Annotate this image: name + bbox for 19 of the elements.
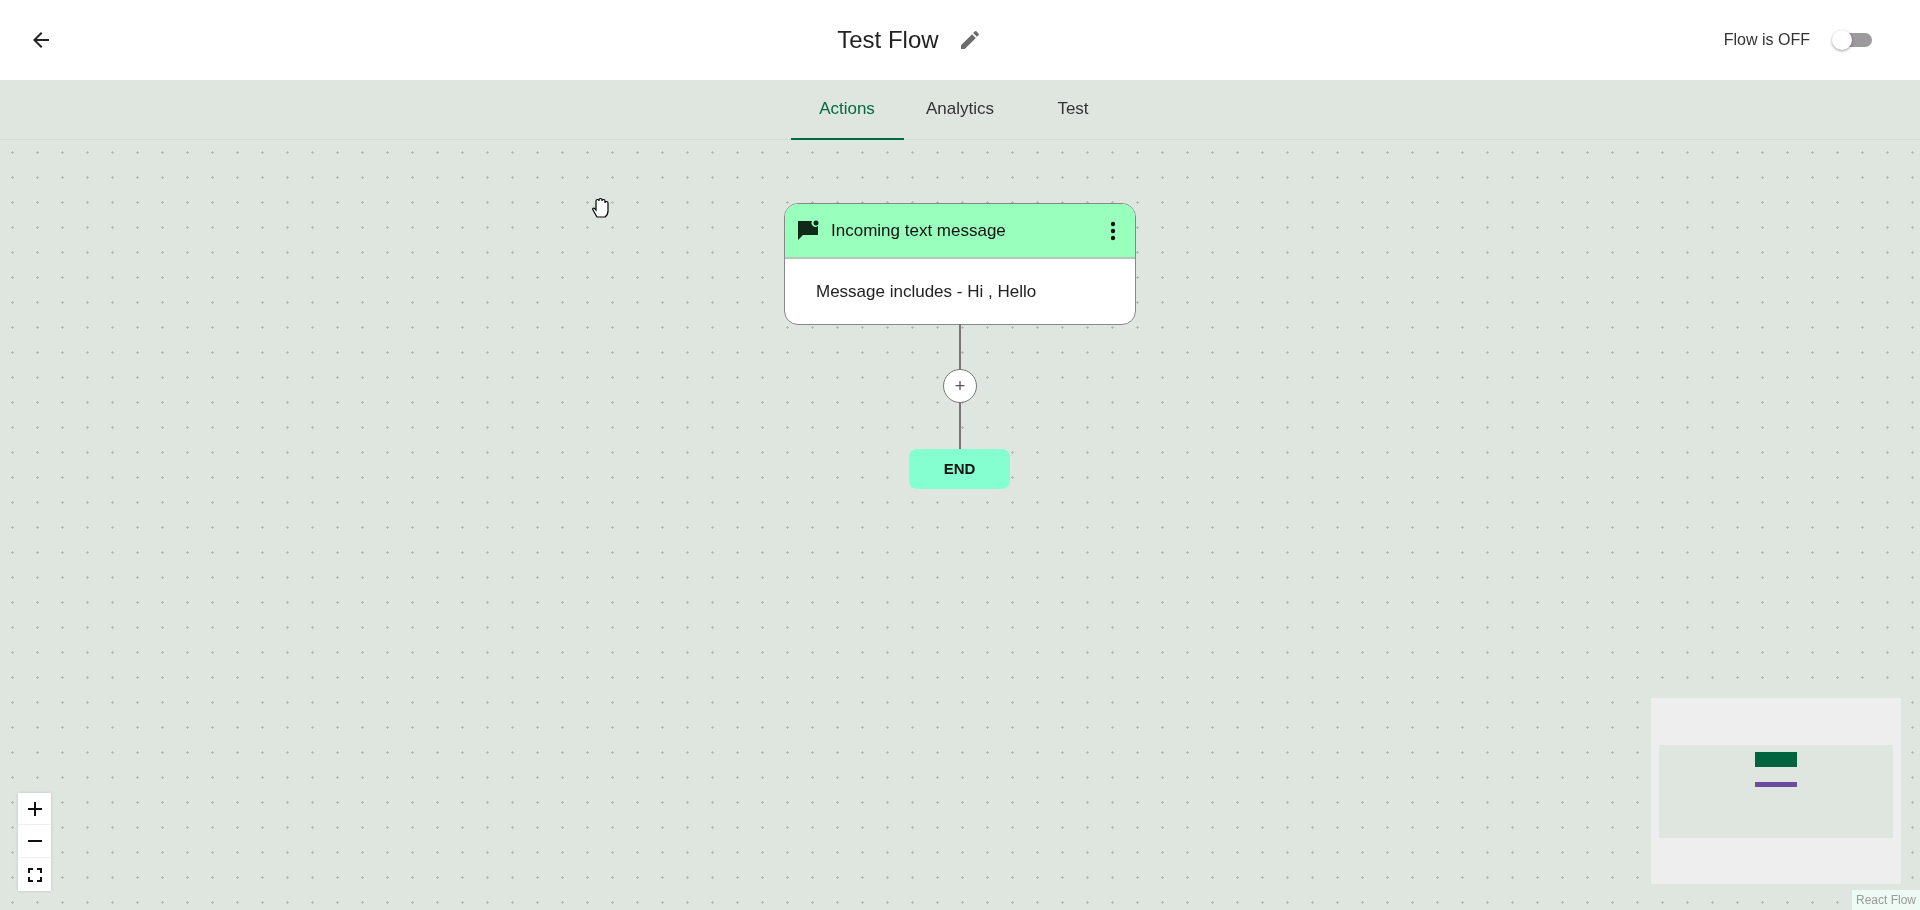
minus-icon	[26, 839, 43, 843]
chat-bubble-icon	[797, 219, 819, 242]
flow-toggle[interactable]	[1832, 28, 1874, 52]
connector-line	[959, 403, 961, 449]
flow-title: Test Flow	[837, 25, 939, 55]
tab[interactable]: Test	[1016, 80, 1130, 140]
add-step-button[interactable]: +	[943, 369, 977, 403]
tab[interactable]: Actions	[790, 80, 904, 140]
end-node[interactable]: END	[909, 449, 1010, 489]
flow-status-label: Flow is OFF	[1723, 30, 1810, 50]
node-title: Incoming text message	[831, 219, 1007, 242]
trigger-node[interactable]: Incoming text message Message includes - Hi , Hello	[784, 203, 1136, 325]
plus-icon	[26, 800, 43, 817]
connector-line	[959, 324, 961, 369]
fit-view-icon	[27, 867, 42, 882]
hand-cursor-icon	[591, 197, 611, 219]
more-options-icon	[1110, 220, 1116, 241]
node-condition-text: Message includes - Hi , Hello	[816, 280, 1037, 303]
tab[interactable]: Analytics	[903, 80, 1017, 140]
